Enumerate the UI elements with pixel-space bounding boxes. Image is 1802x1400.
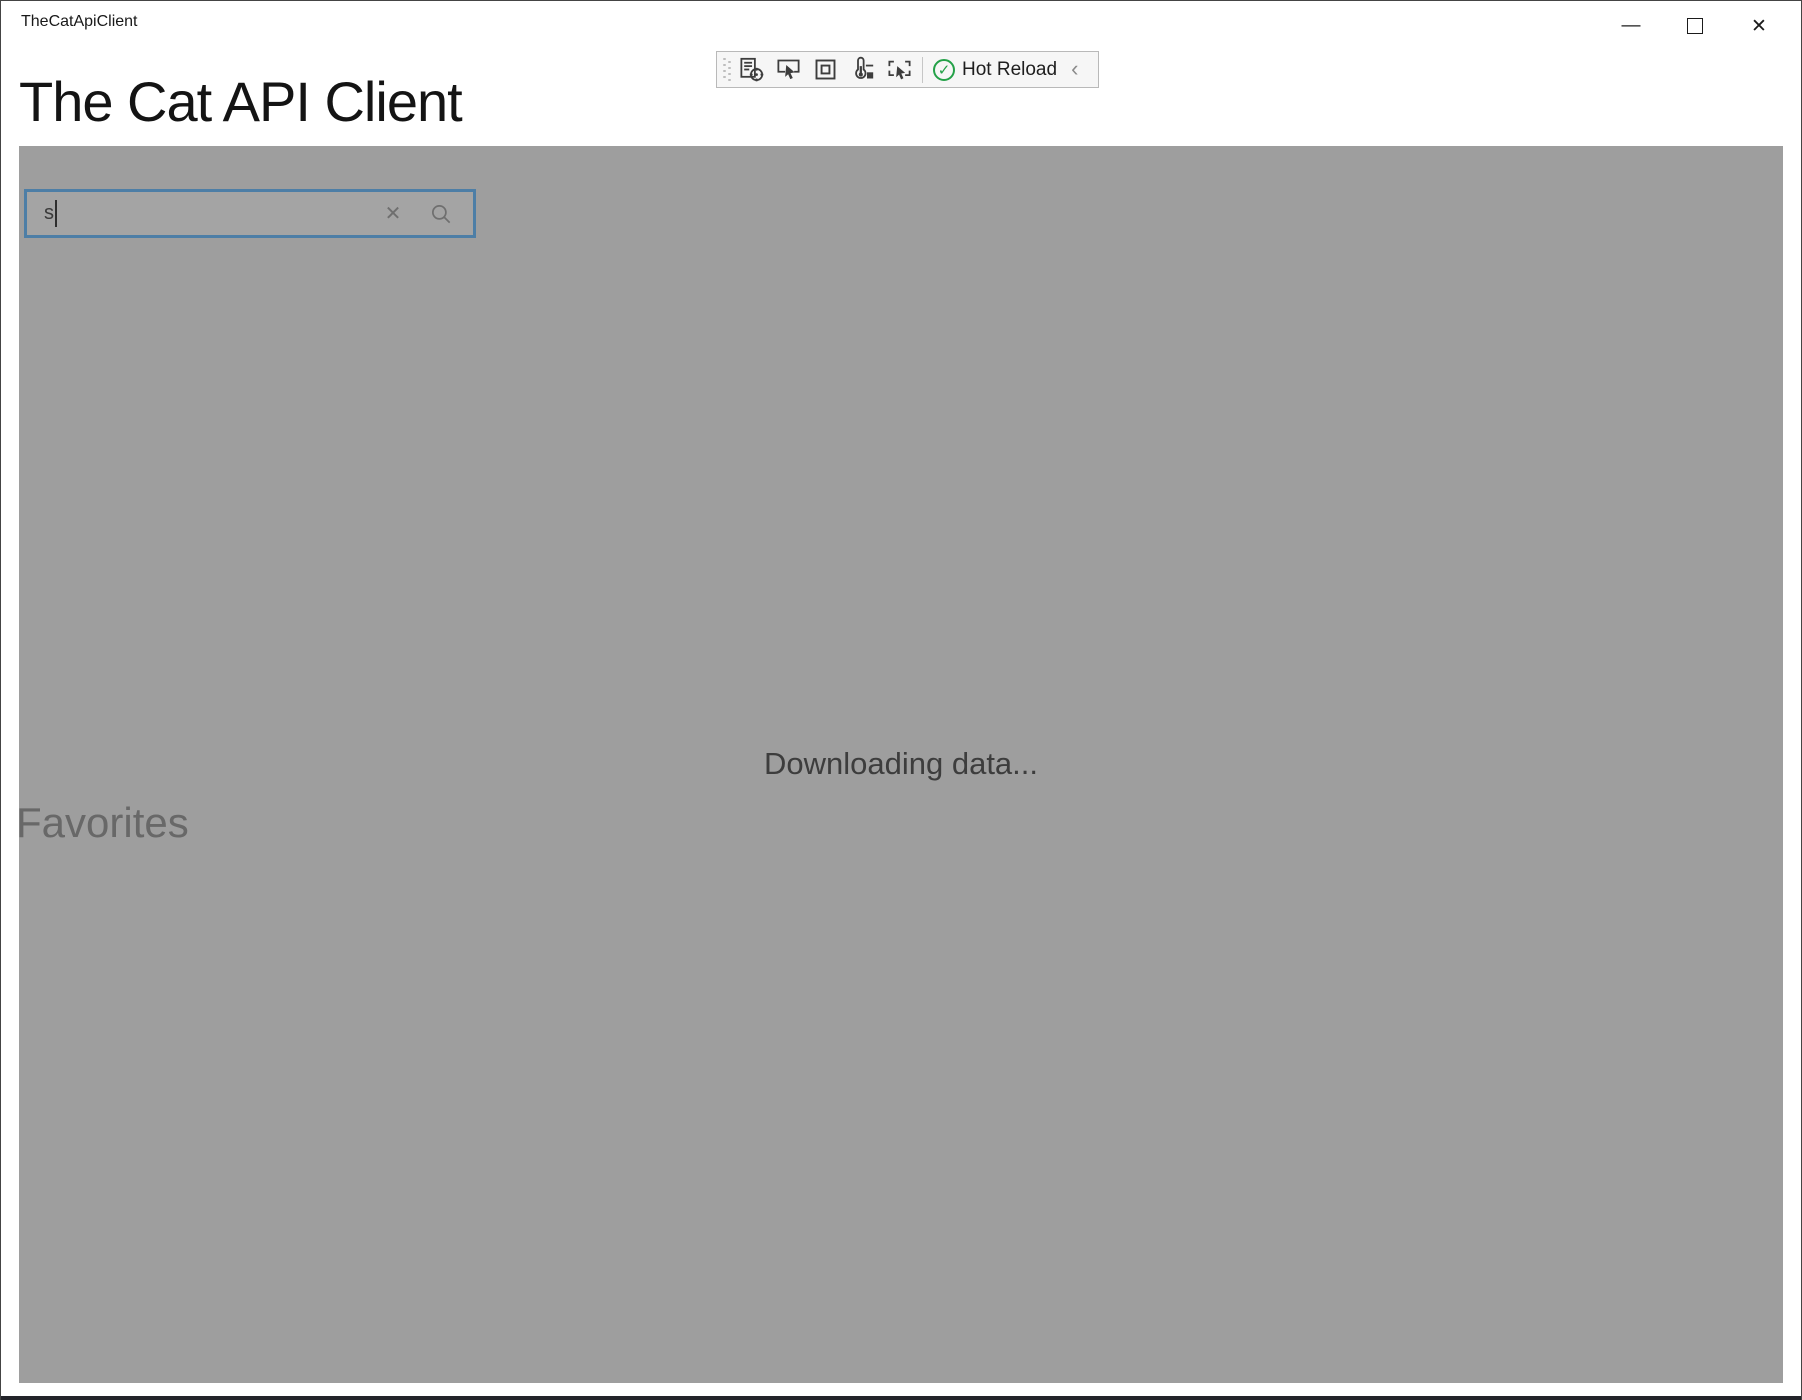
toolbar-grip-handle[interactable]	[721, 57, 733, 83]
clear-search-button[interactable]: ✕	[373, 192, 413, 235]
window-bottom-edge	[1, 1396, 1801, 1400]
maximize-button[interactable]	[1663, 3, 1727, 49]
search-input-value: s	[44, 202, 54, 225]
minimize-icon: —	[1622, 15, 1641, 37]
window-controls: — ✕	[1599, 1, 1791, 51]
close-button[interactable]: ✕	[1727, 3, 1791, 49]
search-input[interactable]: s ✕	[24, 189, 476, 238]
app-window: TheCatApiClient — ✕	[0, 0, 1802, 1400]
toolbar-separator	[922, 57, 923, 83]
hot-reload-button[interactable]: ✓ Hot Reload	[927, 59, 1063, 81]
text-caret	[55, 200, 57, 227]
chevron-left-icon: ‹	[1071, 56, 1078, 81]
live-visual-tree-icon	[738, 56, 765, 83]
toolbar-collapse-button[interactable]: ‹	[1063, 56, 1088, 84]
green-check-circle-icon: ✓	[933, 59, 955, 81]
maximize-icon	[1687, 18, 1703, 34]
magnifier-icon	[428, 201, 454, 227]
track-focus-icon	[849, 56, 876, 83]
enable-selection-button[interactable]	[770, 54, 807, 85]
busy-overlay: s ✕ Downloading data... Favorites	[19, 146, 1783, 1383]
window-title: TheCatApiClient	[21, 13, 138, 31]
track-focus-button[interactable]	[844, 54, 881, 85]
debug-toolbar: ✓ Hot Reload ‹	[716, 51, 1099, 88]
layout-adorners-button[interactable]	[807, 54, 844, 85]
enable-selection-icon	[775, 56, 802, 83]
favorites-heading: Favorites	[16, 799, 189, 847]
in-app-selection-icon	[886, 56, 913, 83]
search-button[interactable]	[421, 192, 461, 235]
live-visual-tree-button[interactable]	[733, 54, 770, 85]
layout-adorners-icon	[812, 56, 839, 83]
close-icon: ✕	[1751, 15, 1767, 38]
clear-icon: ✕	[385, 201, 402, 226]
in-app-selection-button[interactable]	[881, 54, 918, 85]
page-title: The Cat API Client	[19, 69, 462, 134]
minimize-button[interactable]: —	[1599, 3, 1663, 49]
hot-reload-label: Hot Reload	[962, 59, 1057, 81]
status-text: Downloading data...	[19, 746, 1783, 782]
